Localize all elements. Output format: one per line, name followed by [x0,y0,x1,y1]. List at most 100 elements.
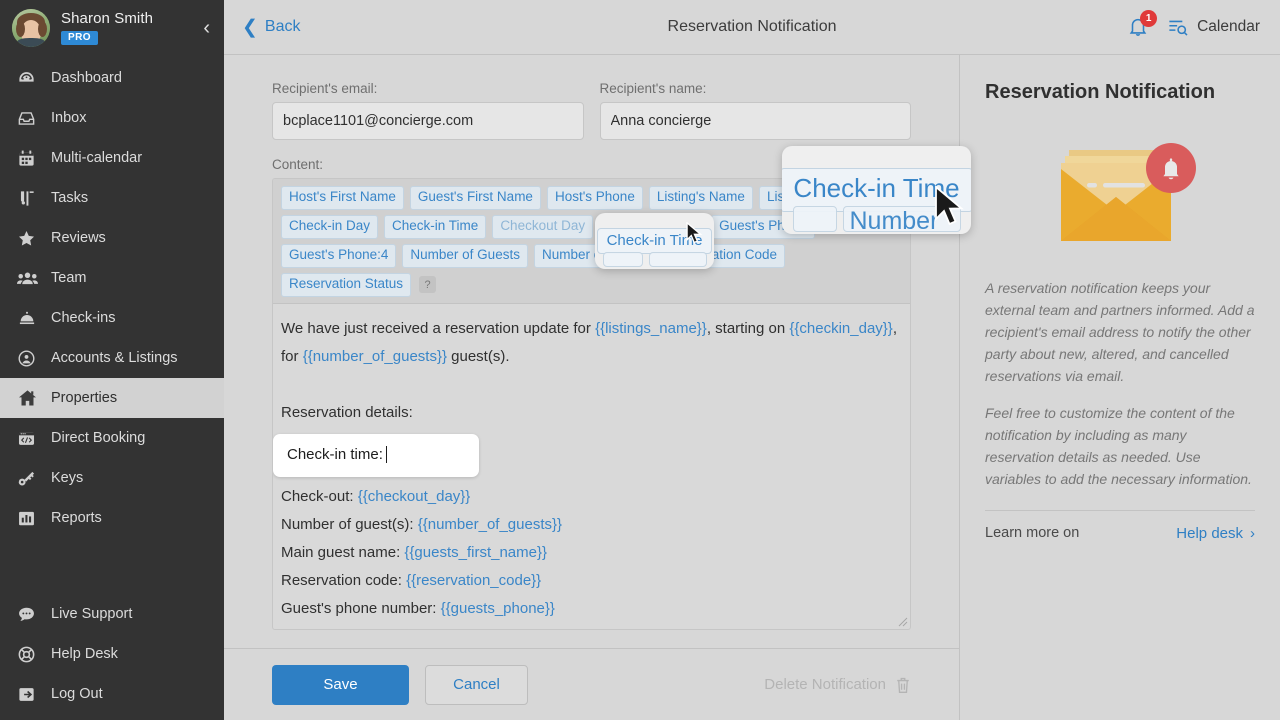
sidebar-item-check-ins[interactable]: Check-ins [0,298,224,338]
sidebar-item-label: Reviews [51,230,106,246]
notification-badge: 1 [1140,10,1158,27]
sidebar-item-label: Accounts & Listings [51,350,178,366]
sidebar-item-label: Inbox [51,110,87,126]
help-desk-link[interactable]: Help desk › [1176,525,1255,542]
sidebar-item-dashboard[interactable]: Dashboard [0,58,224,98]
recipient-email-input[interactable] [272,102,584,140]
recipient-email-field-group: Recipient's email: [272,81,584,140]
sidebar-item-multi-calendar[interactable]: Multi-calendar [0,138,224,178]
main-area: ❮ Back Reservation Notification 1 Calend… [224,0,1280,720]
variable-tag-number-of-guests[interactable]: Number of Guests [402,243,528,268]
calendar-button[interactable]: Calendar [1167,18,1260,37]
sidebar-item-help-desk[interactable]: Help Desk [0,634,224,674]
form-scroll: Recipient's email: Recipient's name: Con… [224,55,959,648]
sidebar-item-accounts-listings[interactable]: Accounts & Listings [0,338,224,378]
cancel-button[interactable]: Cancel [425,664,528,705]
variable-checkout-day: {{checkout_day}} [357,487,471,505]
sidebar-item-reports[interactable]: Reports [0,498,224,538]
text-run: Main guest name: [281,543,405,561]
variable-tag-hosts-first-name[interactable]: Host's First Name [281,186,404,210]
text-run: guest(s). [446,347,510,365]
variable-tag-guests-phone-4[interactable]: Guest's Phone:4 [281,243,397,268]
content-line-main-guest: Main guest name: {{guests_first_name}} [281,539,902,567]
help-desk-label: Help desk [1176,524,1243,542]
content-paragraph-1: We have just received a reservation upda… [281,315,902,371]
info-panel-title: Reservation Notification [985,81,1216,103]
textarea-resize-handle[interactable] [896,615,908,627]
variable-tag-hosts-phone[interactable]: Host's Phone [546,186,643,210]
content-details-heading: Reservation details: [281,403,413,421]
text-run: Guest's phone number: [281,599,441,617]
key-icon [17,469,43,488]
save-button[interactable]: Save [272,664,409,705]
delete-notification-label: Delete Notification [764,676,886,693]
sidebar-item-team[interactable]: Team [0,258,224,298]
sidebar-item-label: Team [51,270,87,286]
recipient-name-label: Recipient's name: [599,81,707,96]
content-line-reservation-code: Reservation code: {{reservation_code}} [281,567,902,595]
magnified-tag-label: Check-in Time [596,228,713,254]
sidebar-item-label: Log Out [51,686,103,702]
variable-tag-check-in-time[interactable]: Check-in Time [384,214,487,239]
calendar-search-icon [1167,18,1189,37]
profile-text: Sharon Smith PRO [61,11,153,45]
sidebar-item-log-out[interactable]: Log Out [0,674,224,714]
variable-reservation-code: {{reservation_code}} [406,571,542,589]
content-line-guest-phone: Guest's phone number: {{guests_phone}} [281,595,902,623]
sidebar-item-label: Dashboard [51,70,122,86]
tasks-icon [17,189,43,208]
sidebar-item-label: Direct Booking [51,430,146,446]
back-label: Back [264,18,301,35]
sidebar-item-direct-booking[interactable]: Direct Booking [0,418,224,458]
sidebar-item-label: Multi-calendar [51,150,143,166]
sidebar-item-label: Help Desk [51,646,118,662]
recipient-name-input[interactable] [599,102,911,140]
text-run: Check-out: [281,487,358,505]
content-textarea[interactable]: We have just received a reservation upda… [273,304,910,630]
bar-chart-icon [17,509,43,528]
back-button[interactable]: ❮ Back [242,18,301,37]
sidebar-item-reviews[interactable]: Reviews [0,218,224,258]
variable-tag-reservation-status[interactable]: Reservation Status [281,272,412,297]
delete-notification-button[interactable]: Delete Notification [764,676,911,694]
variable-tag-guests-first-name[interactable]: Guest's First Name [409,186,541,210]
sidebar: Sharon Smith PRO ‹ Dashboard Inbox Multi… [0,0,224,720]
sidebar-profile[interactable]: Sharon Smith PRO ‹ [0,0,224,56]
variable-tag-check-in-day[interactable]: Check-in Day [281,214,379,239]
recipient-name-field-group: Recipient's name: [599,81,911,140]
info-panel: Reservation Notification A reservation n… [960,55,1280,720]
sidebar-item-live-support[interactable]: Live Support [0,594,224,634]
bell-desk-icon [17,309,43,328]
notifications-button[interactable]: 1 [1127,10,1158,39]
app-root: Sharon Smith PRO ‹ Dashboard Inbox Multi… [0,0,1280,720]
text-run: Number of guest(s): [281,515,418,533]
sidebar-item-inbox[interactable]: Inbox [0,98,224,138]
topbar-actions: 1 Calendar [1127,10,1260,39]
logout-icon [17,685,43,704]
variable-number-of-guests: {{number_of_guests}} [302,347,447,365]
text-run: Reservation code: [281,571,407,589]
code-window-icon [17,429,43,448]
topbar: ❮ Back Reservation Notification 1 Calend… [224,0,1280,55]
envelope-with-bell-icon [985,126,1255,251]
dashboard-icon [17,69,43,88]
variable-tag-checkout-day[interactable]: Checkout Day [492,214,594,239]
sidebar-nav-bottom: Live Support Help Desk Log Out [0,594,224,720]
variable-tag-listings-name[interactable]: Listing's Name [648,186,753,210]
body-row: Recipient's email: Recipient's name: Con… [224,55,1280,720]
variables-help-icon[interactable]: ? [419,276,437,294]
sidebar-item-keys[interactable]: Keys [0,458,224,498]
active-edit-line[interactable]: Check-in time: [273,433,479,477]
variable-guests-first-name: {{guests_first_name}} [404,543,548,561]
star-icon [17,229,43,248]
sidebar-collapse-icon[interactable]: ‹ [203,18,210,38]
sidebar-item-tasks[interactable]: Tasks [0,178,224,218]
form-footer: Save Cancel Delete Notification [224,648,959,720]
sidebar-item-properties[interactable]: Properties [0,378,224,418]
avatar [12,9,50,47]
sidebar-item-label: Check-ins [51,310,116,326]
content-line-checkout: Check-out: {{checkout_day}} [281,483,902,511]
